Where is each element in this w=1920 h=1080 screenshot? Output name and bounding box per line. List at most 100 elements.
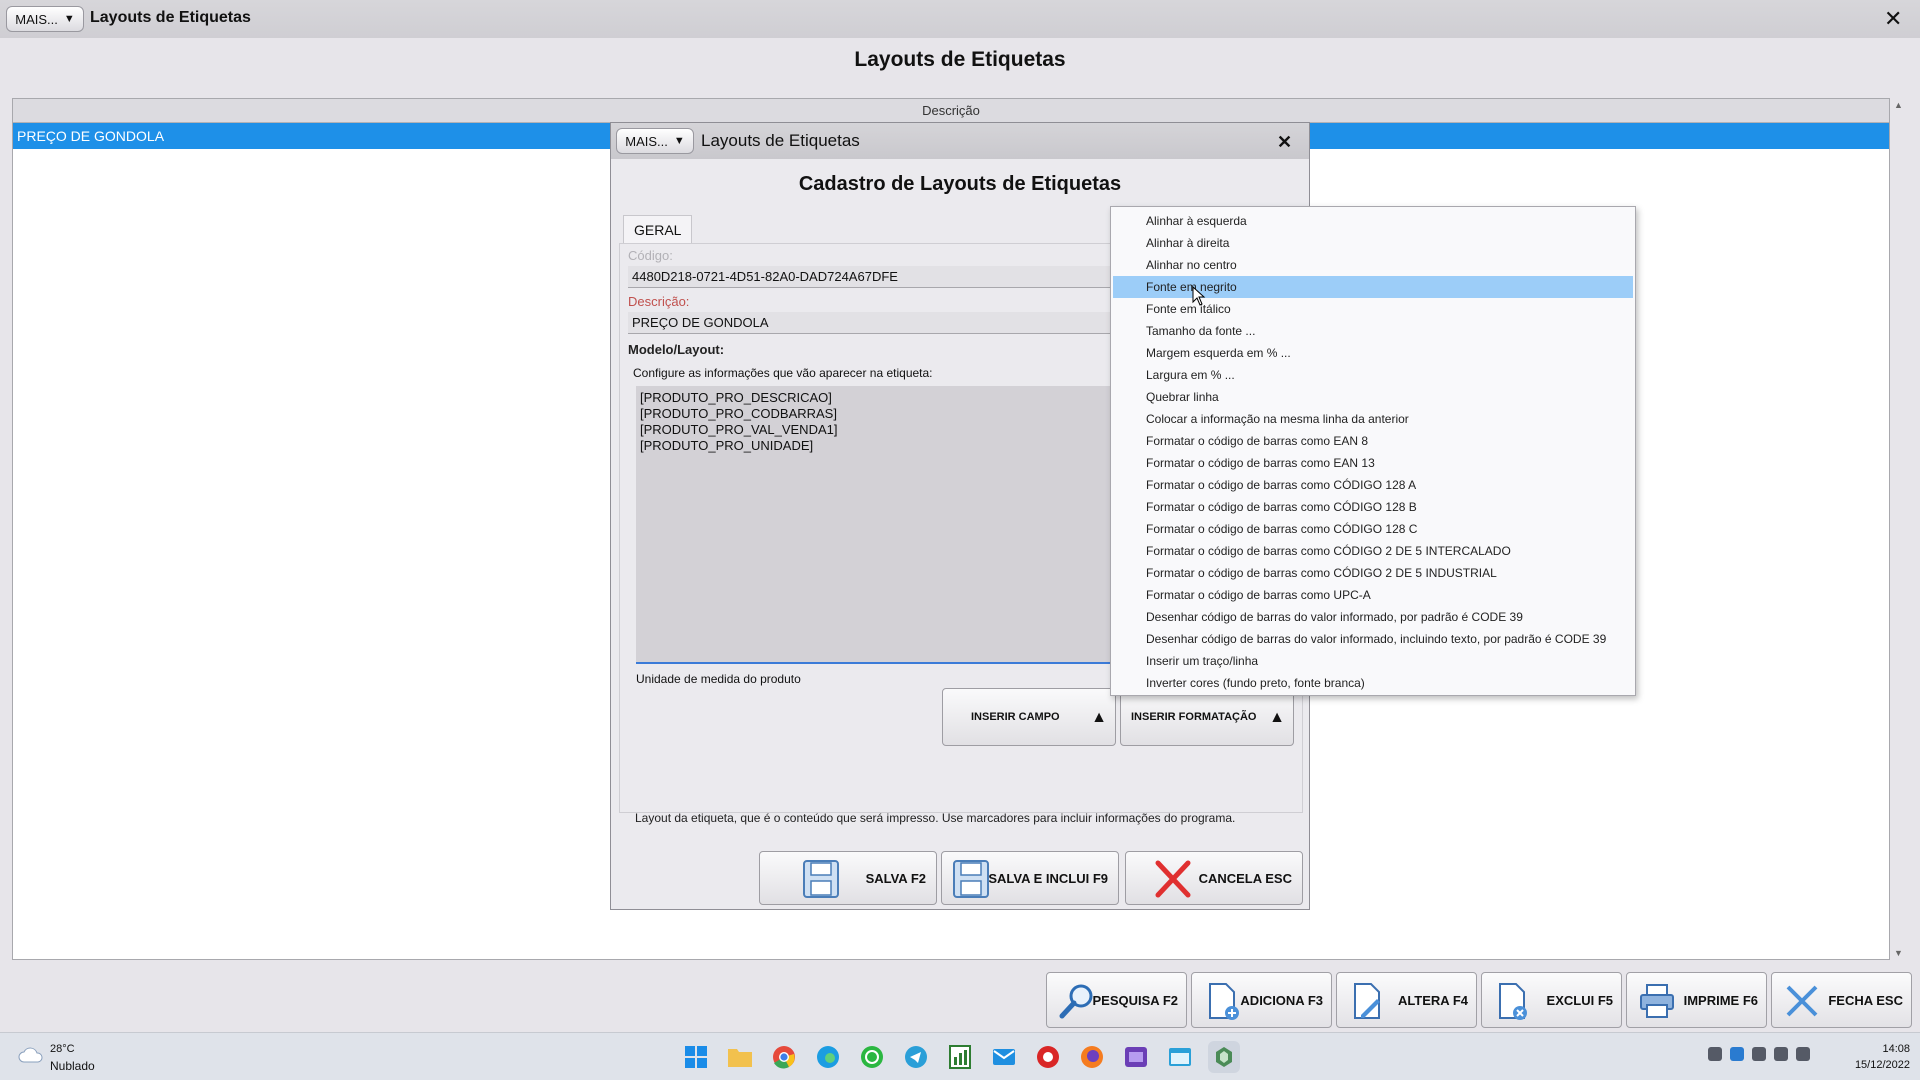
tab-geral[interactable]: GERAL (623, 215, 693, 244)
imprime-button[interactable]: IMPRIME F6 (1626, 972, 1767, 1028)
window-title: Layouts de Etiquetas (90, 9, 251, 26)
page-title: Layouts de Etiquetas (854, 48, 1066, 71)
printer-icon (1640, 984, 1674, 1018)
menu-item[interactable]: Tamanho da fonte ... (1113, 320, 1633, 342)
field-description: Unidade de medida do produto (636, 672, 801, 686)
menu-item[interactable]: Formatar o código de barras como CÓDIGO … (1113, 496, 1633, 518)
windows-start-icon[interactable] (680, 1041, 712, 1073)
adiciona-button[interactable]: ADICIONA F3 (1191, 972, 1332, 1028)
tray-volume-icon[interactable] (1796, 1047, 1810, 1061)
tray-network-icon[interactable] (1774, 1047, 1788, 1061)
whatsapp-icon[interactable] (856, 1041, 888, 1073)
menu-item[interactable]: Formatar o código de barras como CÓDIGO … (1113, 562, 1633, 584)
tray-security-icon[interactable] (1730, 1047, 1744, 1061)
fecha-button[interactable]: FECHA ESC (1771, 972, 1912, 1028)
layout-line: [PRODUTO_PRO_VAL_VENDA1] (640, 422, 838, 437)
menu-item[interactable]: Alinhar à esquerda (1113, 210, 1633, 232)
codigo-label: Código: (628, 248, 673, 263)
cloud-icon[interactable] (18, 1047, 44, 1063)
tray-battery-icon[interactable] (1752, 1047, 1766, 1061)
menu-item-highlighted[interactable]: Fonte em negrito (1113, 276, 1633, 298)
system-app-icon[interactable] (1208, 1041, 1240, 1073)
scroll-up-icon[interactable]: ▲ (1894, 100, 1903, 110)
salva-e-inclui-label: SALVA E INCLUI F9 (988, 870, 1108, 886)
exclui-label: EXCLUI F5 (1546, 992, 1613, 1008)
tray-hidden-icon[interactable] (1708, 1047, 1722, 1061)
mail-icon[interactable] (988, 1041, 1020, 1073)
weather-temperature[interactable]: 28°C (50, 1043, 75, 1055)
layout-textarea[interactable]: [PRODUTO_PRO_DESCRICAO] [PRODUTO_PRO_COD… (636, 386, 1136, 664)
menu-item[interactable]: Colocar a informação na mesma linha da a… (1113, 408, 1633, 430)
taskbar-apps (680, 1041, 1240, 1073)
salva-button[interactable]: SALVA F2 (759, 851, 937, 905)
mais-menu-button[interactable]: MAIS... ▼ (6, 6, 84, 32)
codigo-field[interactable]: 4480D218-0721-4D51-82A0-DAD724A67DFE (628, 266, 1148, 288)
edge-icon[interactable] (812, 1041, 844, 1073)
pesquisa-label: PESQUISA F2 (1092, 992, 1178, 1008)
menu-item[interactable]: Formatar o código de barras como CÓDIGO … (1113, 518, 1633, 540)
taskbar: 28°C Nublado 14:08 15/12/2022 (0, 1032, 1920, 1080)
menu-item[interactable]: Formatar o código de barras como UPC-A (1113, 584, 1633, 606)
document-delete-icon (1499, 983, 1527, 1020)
close-icon (1786, 985, 1818, 1017)
menu-item[interactable]: Formatar o código de barras como CÓDIGO … (1113, 540, 1633, 562)
menu-item[interactable]: Formatar o código de barras como EAN 8 (1113, 430, 1633, 452)
menu-item[interactable]: Desenhar código de barras do valor infor… (1113, 606, 1633, 628)
menu-item[interactable]: Inverter cores (fundo preto, fonte branc… (1113, 672, 1633, 694)
imprime-label: IMPRIME F6 (1683, 992, 1758, 1008)
dialog-titlebar: MAIS... ▼ Layouts de Etiquetas ✕ (611, 123, 1309, 159)
window-icon[interactable] (1164, 1041, 1196, 1073)
footer-note: Layout da etiqueta, que é o conteúdo que… (635, 811, 1236, 825)
inserir-campo-button[interactable]: INSERIR CAMPO ▲ (942, 688, 1116, 746)
floppy-disk-icon (953, 860, 989, 898)
inserir-formatacao-button[interactable]: INSERIR FORMATAÇÃO ▲ (1120, 688, 1294, 746)
main-titlebar: MAIS... ▼ Layouts de Etiquetas ✕ (0, 0, 1920, 38)
menu-item[interactable]: Margem esquerda em % ... (1113, 342, 1633, 364)
descricao-field[interactable]: PREÇO DE GONDOLA (628, 312, 1148, 334)
floppy-disk-icon (803, 860, 839, 898)
scroll-down-icon[interactable]: ▼ (1894, 948, 1903, 958)
grid-column-header[interactable]: Descrição (13, 99, 1889, 123)
dropdown-arrow-icon: ▼ (673, 135, 685, 147)
dialog-heading: Cadastro de Layouts de Etiquetas (798, 173, 1122, 195)
spreadsheet-icon[interactable] (944, 1041, 976, 1073)
salva-e-inclui-button[interactable]: SALVA E INCLUI F9 (941, 851, 1119, 905)
close-icon[interactable]: ✕ (1884, 8, 1902, 30)
search-icon (1059, 984, 1093, 1019)
app-red-icon[interactable] (1032, 1041, 1064, 1073)
inserir-formatacao-menu: Alinhar à esquerda Alinhar à direita Ali… (1110, 206, 1636, 696)
telegram-icon[interactable] (900, 1041, 932, 1073)
firefox-icon[interactable] (1076, 1041, 1108, 1073)
menu-item[interactable]: Formatar o código de barras como CÓDIGO … (1113, 474, 1633, 496)
cancela-label: CANCELA ESC (1198, 870, 1292, 886)
exclui-button[interactable]: EXCLUI F5 (1481, 972, 1622, 1028)
main-toolbar: PESQUISA F2 ADICIONA F3 ALTERA F4 EXCLUI… (1046, 972, 1918, 1028)
menu-item[interactable]: Quebrar linha (1113, 386, 1633, 408)
cancel-x-icon (1155, 860, 1191, 898)
menu-item[interactable]: Fonte em itálico (1113, 298, 1633, 320)
grid-scrollbar[interactable]: ▲ ▼ (1892, 98, 1906, 960)
menu-item[interactable]: Largura em % ... (1113, 364, 1633, 386)
file-explorer-icon[interactable] (724, 1041, 756, 1073)
descricao-label: Descrição: (628, 294, 690, 309)
altera-button[interactable]: ALTERA F4 (1336, 972, 1477, 1028)
pesquisa-button[interactable]: PESQUISA F2 (1046, 972, 1187, 1028)
menu-item[interactable]: Alinhar à direita (1113, 232, 1633, 254)
clock-time[interactable]: 14:08 (1850, 1043, 1910, 1055)
menu-item[interactable]: Alinhar no centro (1113, 254, 1633, 276)
layout-line: [PRODUTO_PRO_CODBARRAS] (640, 406, 837, 421)
cancela-button[interactable]: CANCELA ESC (1125, 851, 1303, 905)
dialog-close-icon[interactable]: ✕ (1277, 131, 1292, 153)
dialog-mais-menu-button[interactable]: MAIS... ▼ (616, 128, 694, 154)
weather-description[interactable]: Nublado (50, 1059, 95, 1073)
menu-item[interactable]: Formatar o código de barras como EAN 13 (1113, 452, 1633, 474)
media-icon[interactable] (1120, 1041, 1152, 1073)
adiciona-label: ADICIONA F3 (1240, 992, 1323, 1008)
dropdown-arrow-icon: ▼ (63, 13, 75, 25)
menu-item[interactable]: Desenhar código de barras do valor infor… (1113, 628, 1633, 650)
menu-item[interactable]: Inserir um traço/linha (1113, 650, 1633, 672)
inserir-formatacao-label: INSERIR FORMATAÇÃO (1131, 711, 1257, 723)
clock-date[interactable]: 15/12/2022 (1830, 1059, 1910, 1071)
mouse-cursor-icon (1192, 286, 1206, 306)
chrome-icon[interactable] (768, 1041, 800, 1073)
